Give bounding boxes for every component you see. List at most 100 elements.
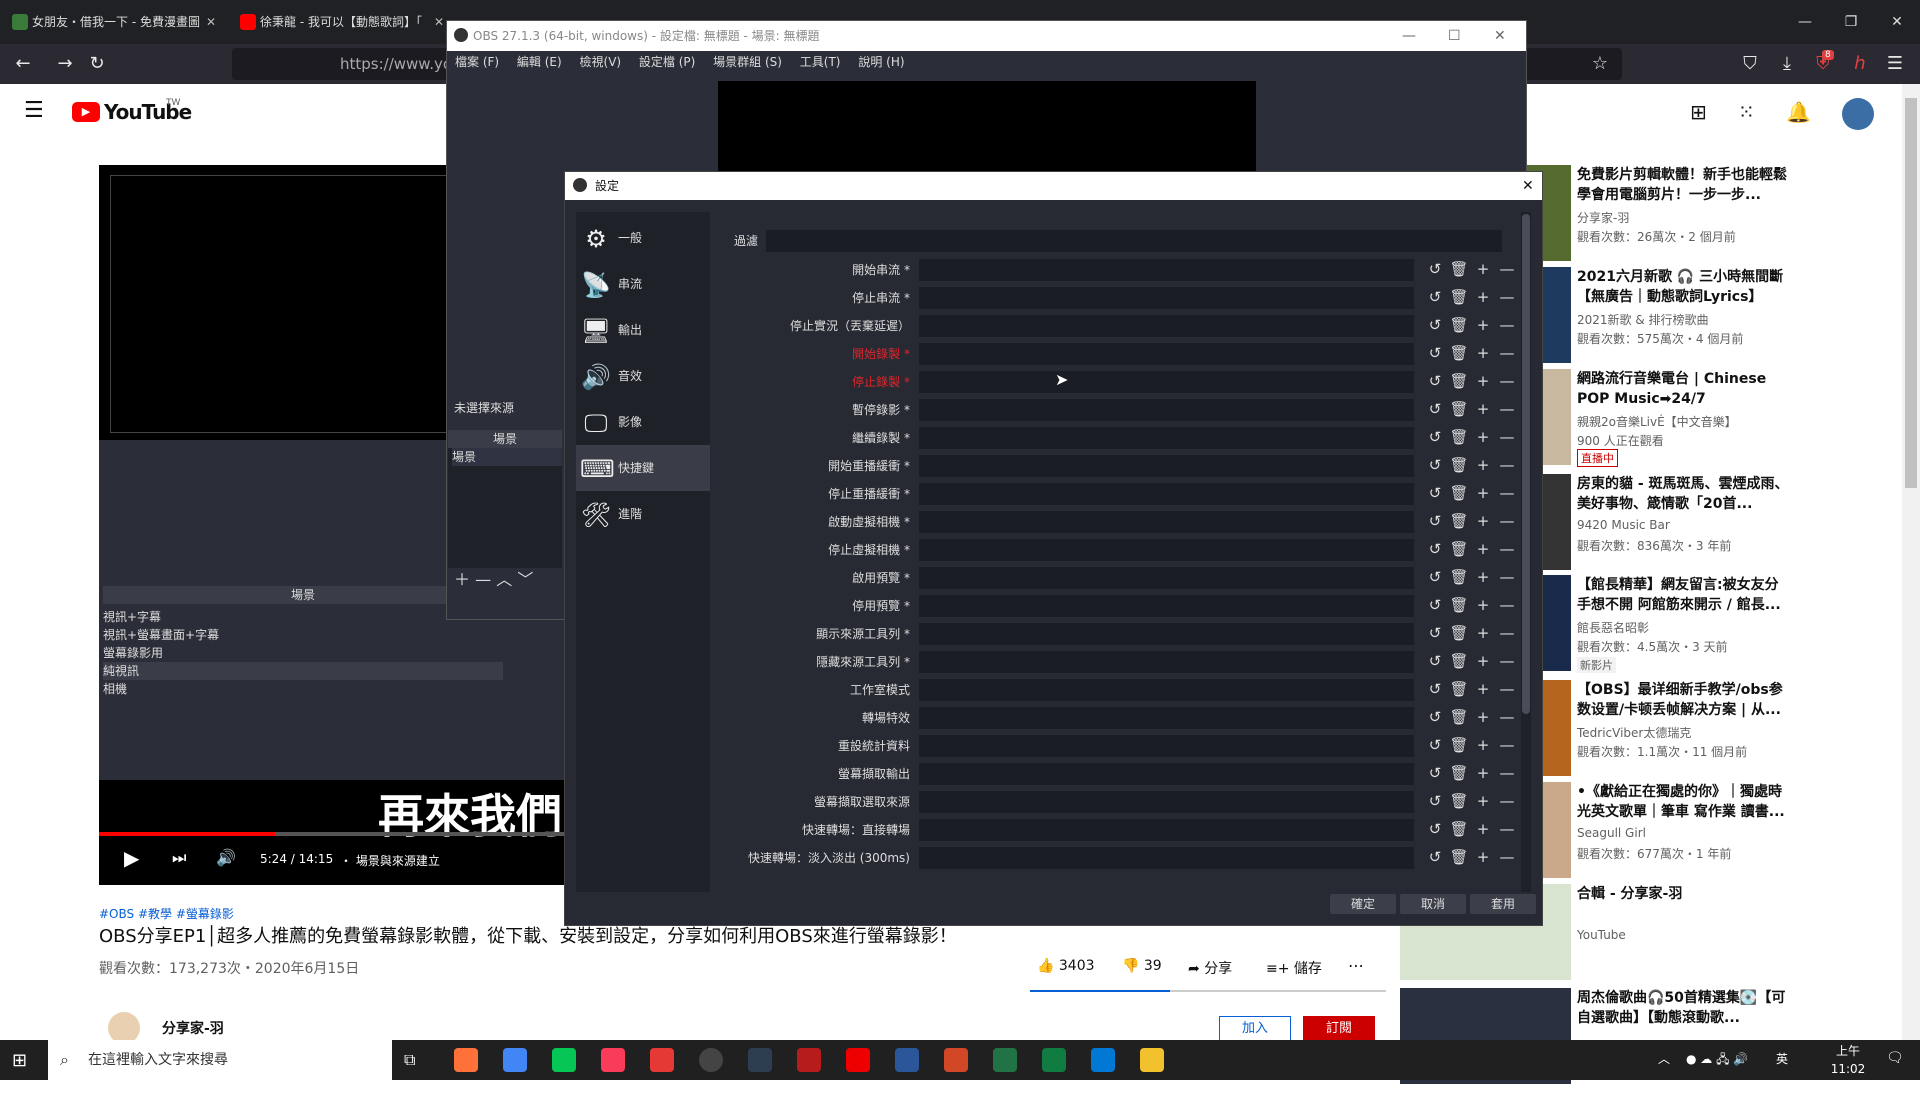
remove-hotkey-icon[interactable]: — xyxy=(1496,286,1518,308)
share-button[interactable]: ➦ 分享 xyxy=(1188,958,1232,978)
clear-icon[interactable]: 🗑 xyxy=(1448,258,1470,280)
add-hotkey-icon[interactable]: + xyxy=(1472,370,1494,392)
add-hotkey-icon[interactable]: + xyxy=(1472,342,1494,364)
clear-icon[interactable]: 🗑 xyxy=(1448,566,1470,588)
taskbar-search-input[interactable]: 在這裡輸入文字來搜尋 xyxy=(48,1040,392,1080)
add-hotkey-icon[interactable]: + xyxy=(1472,482,1494,504)
remove-hotkey-icon[interactable]: — xyxy=(1496,846,1518,868)
add-hotkey-icon[interactable]: + xyxy=(1472,426,1494,448)
add-hotkey-icon[interactable]: + xyxy=(1472,622,1494,644)
hotkey-input[interactable] xyxy=(919,315,1414,337)
hotkey-input[interactable] xyxy=(919,427,1414,449)
music-icon[interactable] xyxy=(601,1048,625,1072)
close-tab-icon[interactable]: ✕ xyxy=(206,6,216,38)
remove-hotkey-icon[interactable]: — xyxy=(1496,538,1518,560)
obs-minimize-icon[interactable]: — xyxy=(1402,21,1416,51)
hotkey-input[interactable] xyxy=(919,399,1414,421)
save-button[interactable]: ≡+ 儲存 xyxy=(1266,958,1322,978)
menu-profile[interactable]: 設定檔 (P) xyxy=(639,55,695,69)
suggested-title[interactable]: 房東的貓 - 斑馬斑馬、雲煙成雨、美好事物、箴情歌「20首... xyxy=(1577,474,1792,514)
channel-name[interactable]: 分享家-羽 xyxy=(162,1018,224,1038)
revert-icon[interactable]: ↺ xyxy=(1424,342,1446,364)
suggested-title[interactable]: 合輯 - 分享家-羽 xyxy=(1577,884,1792,924)
hamburger-icon[interactable]: ☰ xyxy=(24,98,44,123)
remove-hotkey-icon[interactable]: — xyxy=(1496,398,1518,420)
chrome-icon[interactable] xyxy=(503,1048,527,1072)
clear-icon[interactable]: 🗑 xyxy=(1448,650,1470,672)
forward-icon[interactable]: → xyxy=(50,44,80,84)
download-icon[interactable]: ⤓ xyxy=(1772,44,1802,84)
hotkey-input[interactable] xyxy=(919,819,1414,841)
subscribe-button[interactable]: 訂閱 xyxy=(1303,1016,1375,1042)
revert-icon[interactable]: ↺ xyxy=(1424,678,1446,700)
hotkey-input[interactable] xyxy=(919,623,1414,645)
hotkey-input[interactable] xyxy=(919,847,1414,869)
clear-icon[interactable]: 🗑 xyxy=(1448,482,1470,504)
cancel-button[interactable]: 取消 xyxy=(1400,894,1466,914)
remove-hotkey-icon[interactable]: — xyxy=(1496,706,1518,728)
revert-icon[interactable]: ↺ xyxy=(1424,258,1446,280)
suggested-channel[interactable]: TedricViber太德瑞克 xyxy=(1577,724,1691,741)
remove-hotkey-icon[interactable]: — xyxy=(1496,790,1518,812)
revert-icon[interactable]: ↺ xyxy=(1424,454,1446,476)
remove-hotkey-icon[interactable]: — xyxy=(1496,314,1518,336)
close-tab-icon[interactable]: ✕ xyxy=(434,6,444,38)
clear-icon[interactable]: 🗑 xyxy=(1448,510,1470,532)
notifications-icon[interactable]: 🔔 xyxy=(1786,100,1811,124)
addon-icon[interactable]: ℎ xyxy=(1845,44,1875,84)
clear-icon[interactable]: 🗑 xyxy=(1448,286,1470,308)
add-hotkey-icon[interactable]: + xyxy=(1472,398,1494,420)
revert-icon[interactable]: ↺ xyxy=(1424,370,1446,392)
acrobat-icon[interactable] xyxy=(846,1048,870,1072)
hotkey-input[interactable] xyxy=(919,651,1414,673)
davinci-icon[interactable] xyxy=(748,1048,772,1072)
menu-icon[interactable]: ☰ xyxy=(1880,44,1910,84)
clear-icon[interactable]: 🗑 xyxy=(1448,790,1470,812)
add-hotkey-icon[interactable]: + xyxy=(1472,594,1494,616)
revert-icon[interactable]: ↺ xyxy=(1424,538,1446,560)
bookmark-star-icon[interactable]: ☆ xyxy=(1585,44,1615,84)
clear-icon[interactable]: 🗑 xyxy=(1448,398,1470,420)
add-hotkey-icon[interactable]: + xyxy=(1472,762,1494,784)
avatar[interactable] xyxy=(1842,98,1874,130)
create-video-icon[interactable]: ⊞ xyxy=(1690,100,1707,124)
back-icon[interactable]: ← xyxy=(8,44,38,84)
clear-icon[interactable]: 🗑 xyxy=(1448,762,1470,784)
hotkey-input[interactable] xyxy=(919,343,1414,365)
hotkeys-scrollbar-thumb[interactable] xyxy=(1522,214,1530,714)
hotkey-input[interactable] xyxy=(919,511,1414,533)
clear-icon[interactable]: 🗑 xyxy=(1448,370,1470,392)
hotkey-input[interactable] xyxy=(919,483,1414,505)
remove-hotkey-icon[interactable]: — xyxy=(1496,258,1518,280)
menu-tools[interactable]: 工具(T) xyxy=(800,55,841,69)
add-icon[interactable]: ＋ xyxy=(454,570,470,589)
more-actions-icon[interactable]: ⋯ xyxy=(1348,956,1364,975)
sidebar-item-hotkeys[interactable]: ⌨ 快捷鍵 xyxy=(576,445,710,491)
revert-icon[interactable]: ↺ xyxy=(1424,566,1446,588)
hotkey-input[interactable] xyxy=(919,763,1414,785)
suggested-title[interactable]: 免費影片剪輯軟體！新手也能輕鬆學會用電腦剪片！一步一步... xyxy=(1577,165,1792,205)
store-icon[interactable] xyxy=(1091,1048,1115,1072)
clear-icon[interactable]: 🗑 xyxy=(1448,678,1470,700)
hotkey-input[interactable] xyxy=(919,679,1414,701)
remove-hotkey-icon[interactable]: — xyxy=(1496,566,1518,588)
suggested-channel[interactable]: 2021新歌 & 排行榜歌曲 xyxy=(1577,311,1709,328)
powerpoint-icon[interactable] xyxy=(944,1048,968,1072)
sidebar-item-advanced[interactable]: 🛠 進階 xyxy=(576,491,710,537)
clear-icon[interactable]: 🗑 xyxy=(1448,734,1470,756)
notification-center-icon[interactable]: 🗨 xyxy=(1886,1050,1904,1066)
revert-icon[interactable]: ↺ xyxy=(1424,426,1446,448)
revert-icon[interactable]: ↺ xyxy=(1424,846,1446,868)
revert-icon[interactable]: ↺ xyxy=(1424,286,1446,308)
sidebar-item-video[interactable]: 🖵 影像 xyxy=(576,399,710,445)
suggested-title[interactable]: 周杰倫歌曲🎧50首精選集💽【可自選歌曲】【動態滾動歌... xyxy=(1577,988,1792,1028)
add-hotkey-icon[interactable]: + xyxy=(1472,258,1494,280)
clear-icon[interactable]: 🗑 xyxy=(1448,454,1470,476)
remove-hotkey-icon[interactable]: — xyxy=(1496,734,1518,756)
suggested-channel[interactable]: Seagull Girl xyxy=(1577,826,1646,840)
dislike-button[interactable]: 👎 39 xyxy=(1122,958,1162,974)
hotkey-input[interactable] xyxy=(919,259,1414,281)
add-hotkey-icon[interactable]: + xyxy=(1472,846,1494,868)
move-up-icon[interactable]: ︿ xyxy=(496,570,512,589)
settings-close-icon[interactable]: ✕ xyxy=(1522,172,1534,200)
